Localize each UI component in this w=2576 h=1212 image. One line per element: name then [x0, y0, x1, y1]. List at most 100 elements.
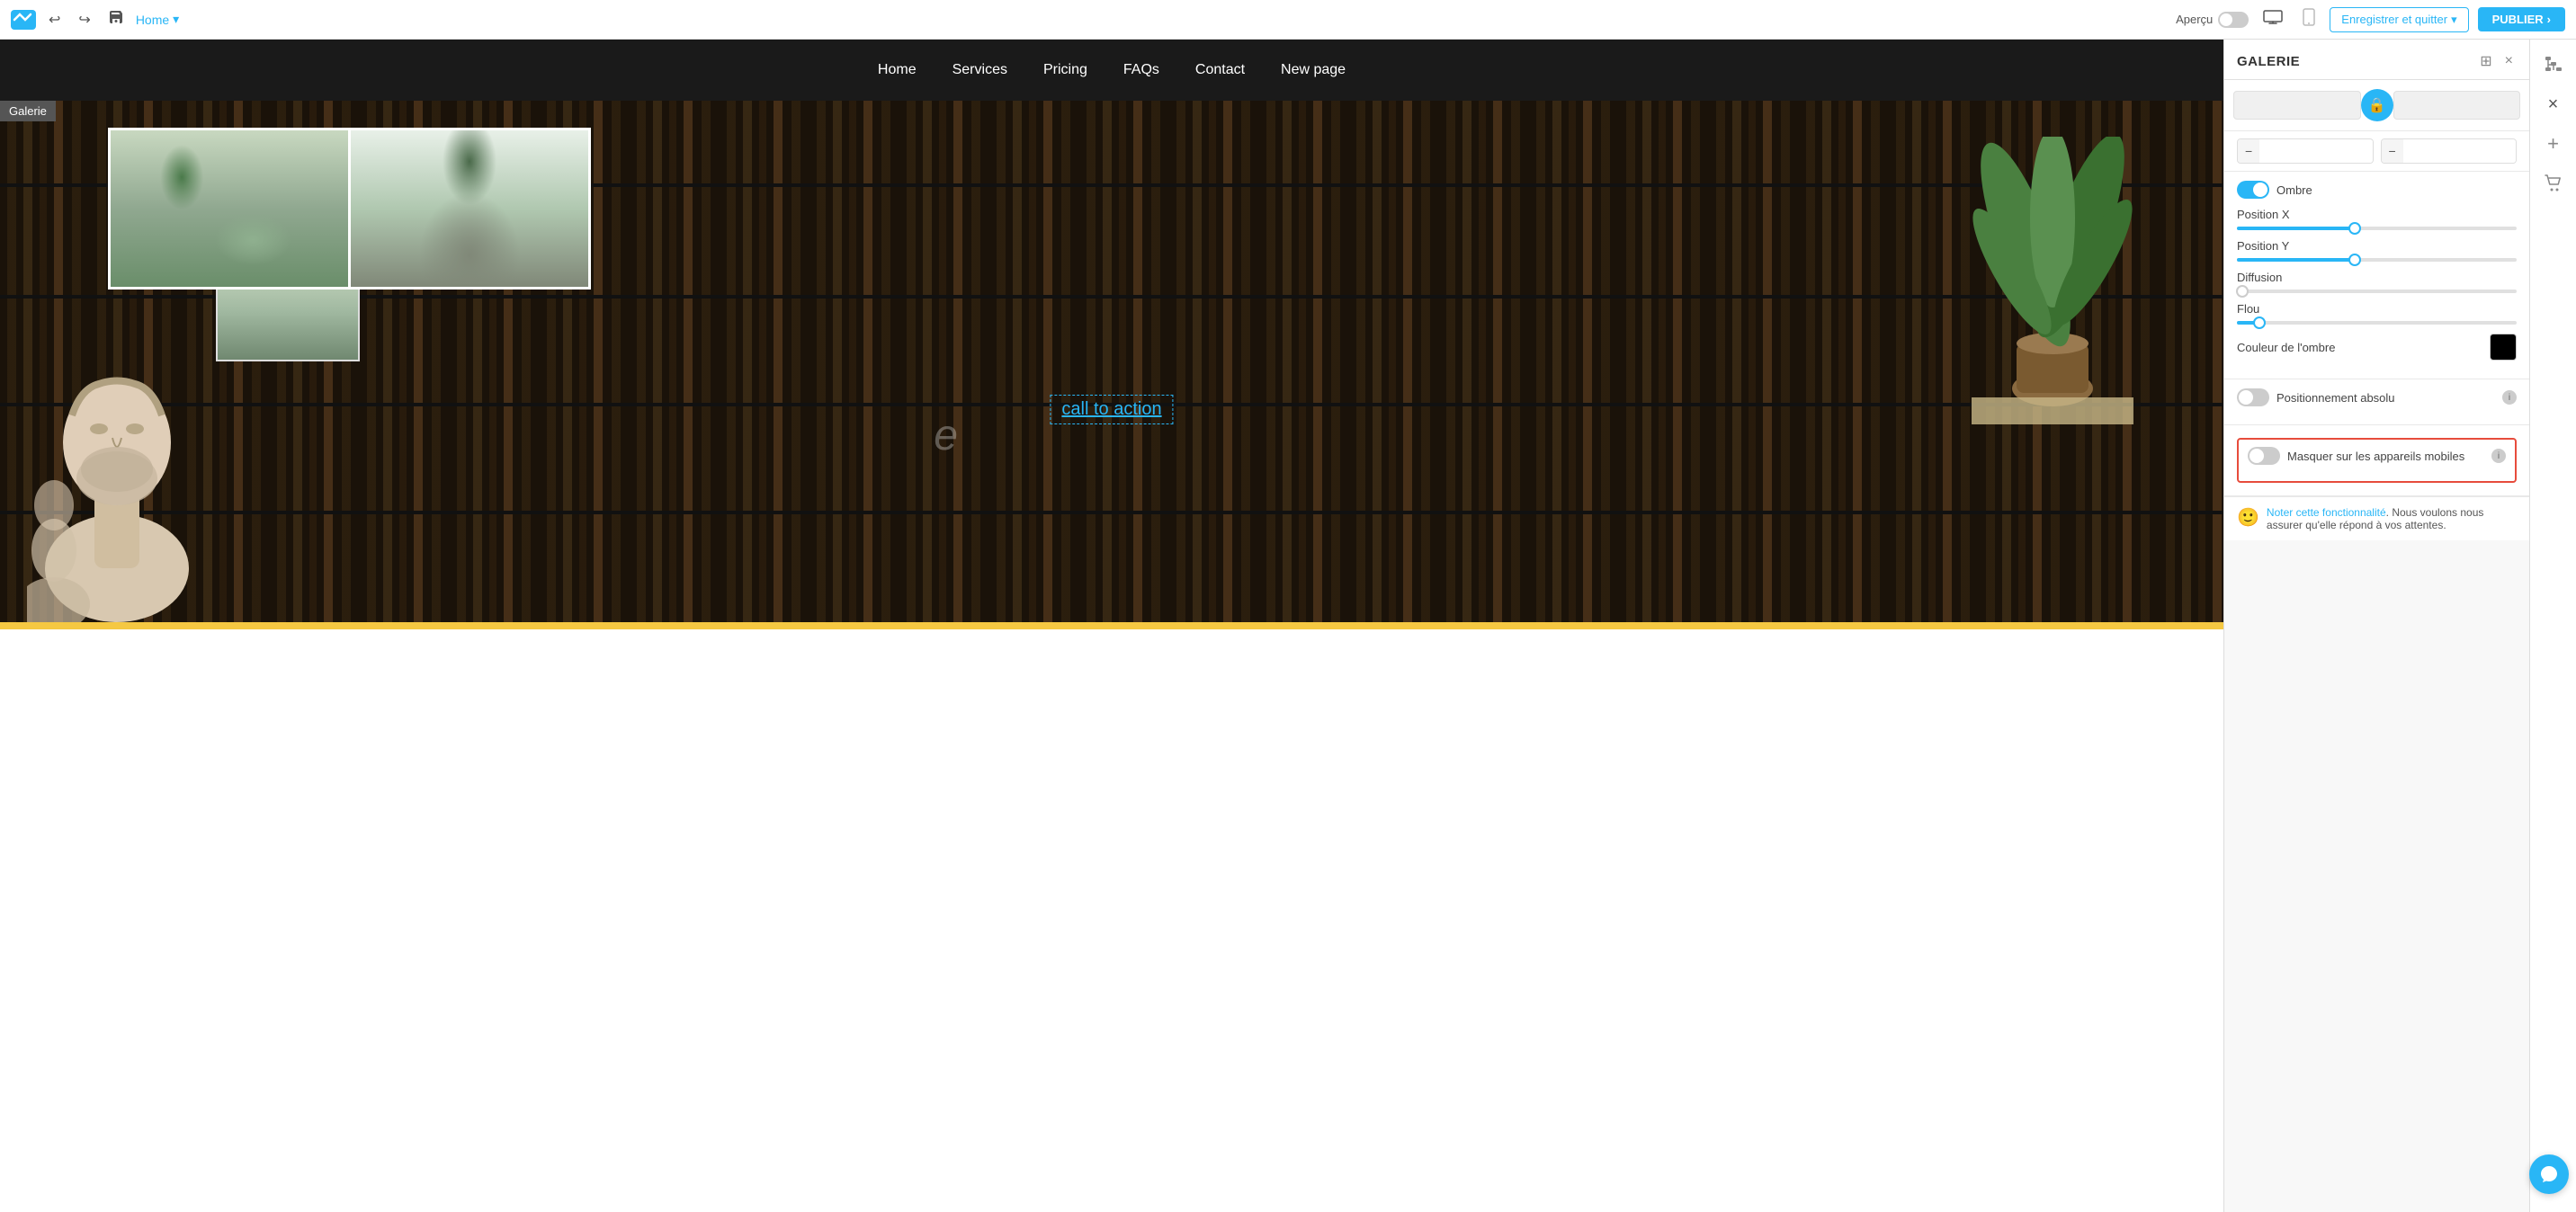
position-x-fill [2237, 227, 2355, 230]
gallery-section: Galerie [0, 101, 2223, 629]
home-page-label[interactable]: Home ▾ [136, 12, 179, 27]
lock-icon[interactable]: 🔒 [2361, 89, 2393, 121]
preview-toggle-switch[interactable] [2218, 12, 2249, 28]
save-button[interactable] [103, 6, 129, 32]
feedback-section: 🙂 Noter cette fonctionnalité. Nous voulo… [2224, 496, 2529, 540]
mobile-view-button[interactable] [2297, 4, 2321, 34]
position-y-slider[interactable] [2237, 258, 2517, 262]
hide-mobile-info-icon[interactable]: i [2491, 449, 2506, 463]
position-y-fill [2237, 258, 2355, 262]
shadow-toggle[interactable] [2237, 181, 2269, 199]
site-navigation: Home Services Pricing FAQs Contact New p… [0, 40, 2223, 101]
canvas-area: Home Services Pricing FAQs Contact New p… [0, 40, 2223, 1212]
position-x-label: Position X [2237, 208, 2517, 221]
right-panel: GALERIE ⊞ × 🔒 − + − + [2223, 40, 2529, 1212]
galerie-badge[interactable]: Galerie [0, 101, 56, 121]
cart-button[interactable] [2536, 165, 2572, 201]
shadow-section: Ombre Position X Position Y Di [2224, 172, 2529, 379]
redo-button[interactable]: ↪ [73, 7, 95, 32]
nav-new-page[interactable]: New page [1281, 62, 1346, 78]
toolbar: ↩ ↪ Home ▾ Aperçu Enregistrer e [0, 0, 2576, 40]
preview-label: Aperçu [2176, 13, 2213, 26]
position-y-thumb[interactable] [2348, 254, 2361, 266]
cta-button-overlay[interactable]: call to action [1050, 395, 1173, 424]
absolute-pos-row: Positionnement absolu i [2237, 388, 2517, 406]
panel-header-icons: ⊞ × [2476, 50, 2517, 72]
gallery-image-2-content [351, 130, 591, 290]
toolbar-right: Aperçu Enregistrer et quitter ▾ PUBLIER … [2176, 4, 2565, 34]
chat-bubble-icon [2539, 1164, 2559, 1184]
height-control: − + [2381, 138, 2518, 164]
width-decrease-button[interactable]: − [2238, 139, 2259, 163]
position-y-control: Position Y [2237, 239, 2517, 262]
plant-right-shelf [1972, 137, 2133, 424]
feedback-text-block: Noter cette fonctionnalité. Nous voulons… [2267, 506, 2517, 531]
nav-faqs[interactable]: FAQs [1123, 62, 1159, 78]
blur-control: Flou [2237, 302, 2517, 325]
bust-sculpture [27, 245, 207, 622]
toolbar-left: ↩ ↪ Home ▾ [11, 6, 2169, 32]
feedback-emoji: 🙂 [2237, 506, 2259, 529]
diffusion-thumb[interactable] [2236, 285, 2249, 298]
height-decrease-button[interactable]: − [2382, 139, 2403, 163]
gallery-background[interactable]: call to action e [0, 101, 2223, 622]
shadow-color-row: Couleur de l'ombre [2237, 334, 2517, 361]
nav-home[interactable]: Home [878, 62, 917, 78]
nav-contact[interactable]: Contact [1195, 62, 1245, 78]
hide-mobile-label: Masquer sur les appareils mobiles [2287, 450, 2484, 463]
plant-right-svg [1972, 137, 2133, 424]
height-input[interactable] [2403, 140, 2517, 163]
position-x-thumb[interactable] [2348, 222, 2361, 235]
blur-label: Flou [2237, 302, 2517, 316]
feedback-link[interactable]: Noter cette fonctionnalité [2267, 506, 2386, 519]
position-x-slider[interactable] [2237, 227, 2517, 230]
far-right-sidebar: × + [2529, 40, 2576, 1212]
desktop-view-button[interactable] [2258, 6, 2288, 32]
diffusion-slider[interactable] [2237, 290, 2517, 293]
panel-close-button[interactable]: × [2501, 51, 2517, 71]
save-quit-button[interactable]: Enregistrer et quitter ▾ [2330, 7, 2468, 32]
dimension-controls: − + − + [2224, 131, 2529, 172]
width-input[interactable] [2259, 140, 2373, 163]
logo-icon [11, 10, 36, 30]
blur-thumb[interactable] [2253, 316, 2266, 329]
shadow-color-label: Couleur de l'ombre [2237, 341, 2482, 354]
chat-bubble-button[interactable] [2529, 1154, 2569, 1194]
diffusion-label: Diffusion [2237, 271, 2517, 284]
height-input-area[interactable] [2393, 91, 2521, 120]
position-y-label: Position Y [2237, 239, 2517, 253]
add-element-button[interactable]: + [2536, 126, 2572, 162]
preview-toggle-area: Aperçu [2176, 12, 2249, 28]
cart-icon [2544, 174, 2563, 193]
panel-pin-button[interactable]: ⊞ [2476, 50, 2495, 72]
gallery-image-2[interactable] [348, 128, 591, 290]
position-x-control: Position X [2237, 208, 2517, 230]
absolute-pos-info-icon[interactable]: i [2502, 390, 2517, 405]
absolute-position-section: Positionnement absolu i [2224, 379, 2529, 425]
width-control: − + [2237, 138, 2374, 164]
diffusion-control: Diffusion [2237, 271, 2517, 293]
hide-mobile-highlight-box: Masquer sur les appareils mobiles i [2237, 438, 2517, 483]
sitemap-button[interactable] [2536, 47, 2572, 83]
bottom-accent-bar [0, 622, 2223, 629]
hide-mobile-toggle[interactable] [2248, 447, 2280, 465]
bust-svg [27, 245, 207, 622]
shadow-toggle-row: Ombre [2237, 181, 2517, 199]
hide-mobile-row: Masquer sur les appareils mobiles i [2248, 447, 2506, 465]
panel-x-close-button[interactable]: × [2536, 86, 2572, 122]
shadow-label: Ombre [2276, 183, 2517, 197]
width-input-area[interactable] [2233, 91, 2361, 120]
letter-decoration: e [934, 411, 958, 460]
undo-button[interactable]: ↩ [43, 7, 66, 32]
blur-slider[interactable] [2237, 321, 2517, 325]
absolute-pos-label: Positionnement absolu [2276, 391, 2495, 405]
shadow-color-swatch[interactable] [2490, 334, 2517, 361]
publish-button[interactable]: PUBLIER › [2478, 7, 2565, 31]
lock-row: 🔒 [2224, 80, 2529, 131]
hide-mobile-section: Masquer sur les appareils mobiles i [2224, 425, 2529, 496]
nav-pricing[interactable]: Pricing [1043, 62, 1087, 78]
panel-header: GALERIE ⊞ × [2224, 40, 2529, 80]
panel-title: GALERIE [2237, 54, 2300, 69]
nav-services[interactable]: Services [953, 62, 1007, 78]
absolute-pos-toggle[interactable] [2237, 388, 2269, 406]
